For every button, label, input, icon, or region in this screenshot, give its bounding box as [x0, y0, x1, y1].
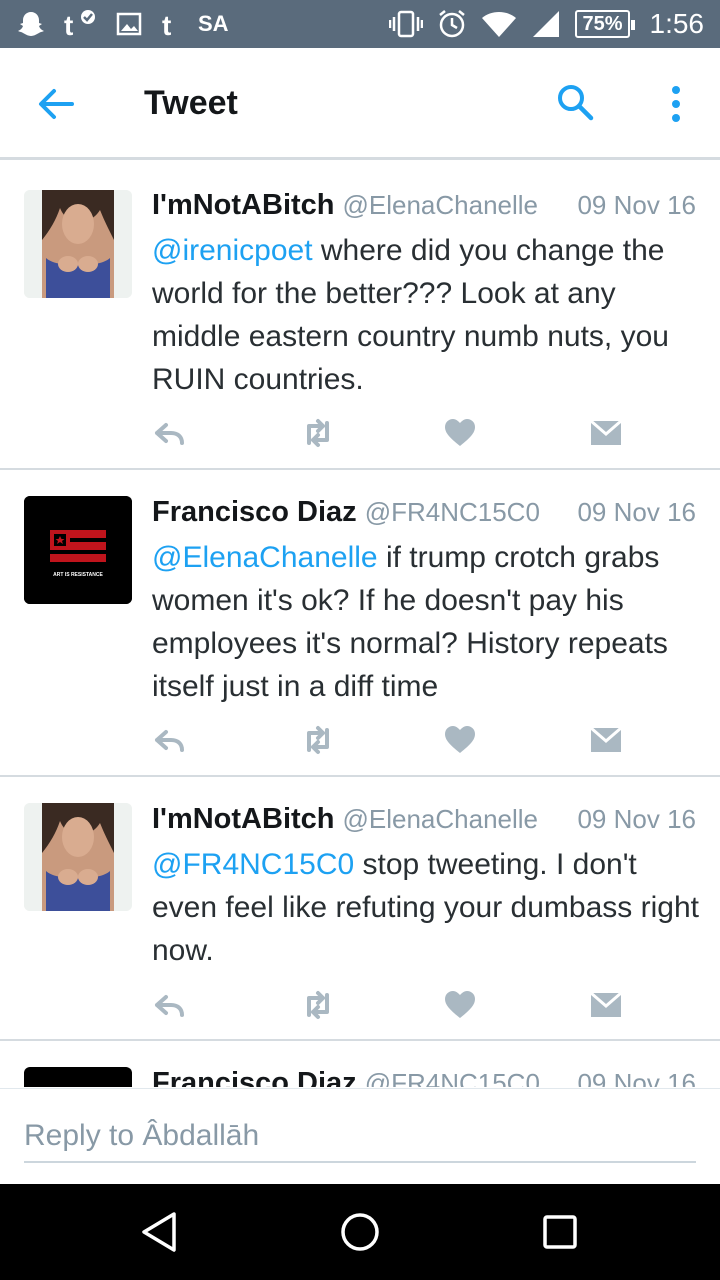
tweet-actions	[152, 987, 632, 1027]
carrier-label: SA	[198, 11, 229, 36]
recents-square-icon[interactable]	[538, 1210, 582, 1254]
like-icon[interactable]	[442, 987, 478, 1023]
page-title: Tweet	[144, 84, 238, 122]
tweet-card[interactable]: Francisco Diaz @FR4NC15C0 09 Nov 16	[0, 1041, 720, 1087]
avatar[interactable]	[24, 190, 132, 298]
tumblr-icon: t	[160, 9, 180, 39]
tweet-author-handle[interactable]: @FR4NC15C0	[365, 497, 540, 527]
tweet-timestamp: 09 Nov 16	[577, 190, 696, 220]
reply-icon[interactable]	[152, 987, 188, 1023]
signal-icon	[531, 9, 561, 39]
tweet-author-name[interactable]: I'mNotABitch	[152, 189, 335, 221]
mention-link[interactable]: @irenicpoet	[152, 234, 313, 267]
alarm-icon	[437, 9, 467, 39]
tweet-card[interactable]: ART IS RESISTANCE Francisco Diaz @FR4NC15…	[0, 470, 720, 777]
tweet-header: Francisco Diaz @FR4NC15C0 09 Nov 16	[152, 1065, 702, 1087]
wifi-icon	[481, 9, 517, 39]
tweet-author-name[interactable]: Francisco Diaz	[152, 1067, 357, 1087]
tweet-card[interactable]: I'mNotABitch @ElenaChanelle 09 Nov 16 @FR…	[0, 777, 720, 1041]
reply-icon[interactable]	[152, 415, 188, 451]
back-arrow-icon[interactable]	[36, 84, 76, 124]
vibrate-icon	[389, 9, 424, 39]
mention-link[interactable]: @ElenaChanelle	[152, 541, 378, 574]
tweet-header: Francisco Diaz @FR4NC15C0 09 Nov 16	[152, 494, 702, 530]
tweet-card[interactable]: I'mNotABitch @ElenaChanelle 09 Nov 16 @ir…	[0, 163, 720, 470]
clock: 1:56	[649, 8, 705, 39]
avatar-caption: ART IS RESISTANCE	[53, 572, 103, 578]
search-icon[interactable]	[555, 82, 595, 122]
app-header: Tweet	[0, 48, 720, 160]
snapchat-icon	[16, 9, 46, 39]
more-vertical-icon[interactable]	[660, 84, 692, 124]
reply-icon[interactable]	[152, 722, 188, 758]
mention-link[interactable]: @FR4NC15C0	[152, 848, 354, 881]
tweet-author-name[interactable]: I'mNotABitch	[152, 803, 335, 835]
back-triangle-icon[interactable]	[138, 1210, 182, 1254]
image-icon	[116, 11, 142, 37]
tweet-timestamp: 09 Nov 16	[577, 1068, 696, 1087]
home-circle-icon[interactable]	[338, 1210, 382, 1254]
tweet-author-handle[interactable]: @ElenaChanelle	[343, 804, 539, 834]
tweet-header: I'mNotABitch @ElenaChanelle 09 Nov 16	[152, 801, 702, 837]
tweet-timeline[interactable]: I'mNotABitch @ElenaChanelle 09 Nov 16 @ir…	[0, 163, 720, 1087]
retweet-icon[interactable]	[300, 722, 336, 758]
tweet-actions	[152, 722, 632, 762]
like-icon[interactable]	[442, 722, 478, 758]
avatar[interactable]	[24, 803, 132, 911]
avatar[interactable]	[24, 1067, 132, 1087]
tweet-author-name[interactable]: Francisco Diaz	[152, 496, 357, 528]
tweet-timestamp: 09 Nov 16	[577, 497, 696, 527]
avatar[interactable]: ART IS RESISTANCE	[24, 496, 132, 604]
reply-bar	[0, 1088, 720, 1184]
tweetdeck-notification-icon: t	[64, 9, 98, 39]
svg-text:t: t	[64, 10, 73, 39]
navigation-bar	[0, 1184, 720, 1280]
like-icon[interactable]	[442, 415, 478, 451]
svg-text:t: t	[162, 10, 171, 39]
tweet-text: @FR4NC15C0 stop tweeting. I don't even f…	[152, 843, 704, 972]
retweet-icon[interactable]	[300, 987, 336, 1023]
tweet-timestamp: 09 Nov 16	[577, 804, 696, 834]
tweet-author-handle[interactable]: @FR4NC15C0	[365, 1068, 540, 1087]
tweet-header: I'mNotABitch @ElenaChanelle 09 Nov 16	[152, 187, 702, 223]
tweet-author-handle[interactable]: @ElenaChanelle	[343, 190, 539, 220]
direct-message-icon[interactable]	[588, 415, 624, 451]
direct-message-icon[interactable]	[588, 722, 624, 758]
tweet-text: @irenicpoet where did you change the wor…	[152, 229, 704, 401]
tweet-actions	[152, 415, 632, 455]
battery-icon: 75%	[575, 10, 635, 38]
tweet-text: @ElenaChanelle if trump crotch grabs wom…	[152, 536, 704, 708]
direct-message-icon[interactable]	[588, 987, 624, 1023]
status-bar: t t SA 75% 1:56	[0, 0, 720, 48]
reply-input[interactable]	[24, 1111, 696, 1163]
retweet-icon[interactable]	[300, 415, 336, 451]
